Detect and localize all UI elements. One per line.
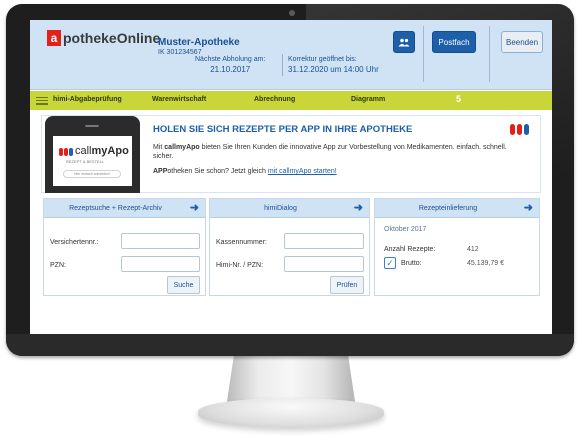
pharmacy-ik: IK 301234567 [158,49,202,56]
monitor-chin [6,334,574,356]
himi-nr-input[interactable] [284,256,364,272]
arrow-right-icon[interactable]: ➜ [190,201,199,214]
app-logo[interactable]: a pothekeOnline [47,30,160,46]
pharmacy-info: Muster-Apotheke IK 301234567 [158,37,240,56]
promo-start-link[interactable]: mit callmyApo starten! [268,168,337,175]
kassennummer-label: Kassennummer: [216,239,267,246]
callmyapo-logo-icon [59,148,73,156]
divider [282,54,283,76]
phone-speaker [85,125,99,127]
versichertennr-label: Versichertennr.: [50,239,99,246]
next-pickup: Nächste Abholung am: 21.10.2017 [195,56,265,74]
phone-screen: callmyApo REZEPT & BESTELL Hier einfach … [53,136,132,186]
screen: a pothekeOnline Muster-Apotheke IK 30123… [30,20,552,334]
users-icon [398,38,410,46]
panel-title: Rezeptsuche + Rezept-Archiv [69,205,162,212]
phone-illustration: callmyApo REZEPT & BESTELL Hier einfach … [45,116,140,193]
camera-icon [289,10,295,16]
callmyapo-wordmark: callmyApo [75,145,129,157]
divider [423,26,424,82]
panel-title: himiDialog [264,205,297,212]
arrow-right-icon[interactable]: ➜ [354,201,363,214]
gross-label: Brutto: [401,260,422,267]
app-header: a pothekeOnline Muster-Apotheke IK 30123… [30,20,552,90]
himi-nr-label: Himi-Nr. / PZN: [216,262,264,269]
logo-text: pothekeOnline [63,30,161,46]
checkbox-icon[interactable]: ✓ [384,257,396,269]
search-button[interactable]: Suche [167,276,200,294]
pzn-input[interactable] [121,256,200,272]
panel-title: Rezepteinlieferung [418,205,478,212]
correction-deadline: Korrektur geöffnet bis: 31.12.2020 um 14… [288,56,379,74]
correction-date: 31.12.2020 um 14:00 Uhr [288,65,379,74]
period-label: Oktober 2017 [384,226,427,233]
callmyapo-subtitle: REZEPT & BESTELL [66,159,105,164]
panel-header: Rezeptsuche + Rezept-Archiv ➜ [44,199,205,218]
count-label: Anzahl Rezepte: [384,246,436,253]
panel-header: Rezepteinlieferung ➜ [375,199,539,218]
postfach-button[interactable]: Postfach [432,31,476,53]
logo-letter: a [47,30,61,46]
check-button[interactable]: Prüfen [330,276,364,294]
next-pickup-date: 21.10.2017 [210,65,251,74]
monitor-stand-base [198,398,384,428]
panel-himidialog: himiDialog ➜ Kassennummer: Himi-Nr. / PZ… [209,198,370,296]
panel-rezepteinlieferung: Rezepteinlieferung ➜ Oktober 2017 Anzahl… [374,198,540,296]
arrow-right-icon[interactable]: ➜ [524,201,533,214]
nav-item-warenwirtschaft[interactable]: Warenwirtschaft [152,96,206,103]
correction-label: Korrektur geöffnet bis: [288,56,357,63]
promo-cta: APPotheken Sie schon? Jetzt gleich mit c… [153,168,337,175]
callmyapo-brand-icon [510,124,529,135]
nav-item-himi[interactable]: himi-Abgabeprüfung [53,96,122,103]
gross-value: 45.139,79 € [467,260,504,267]
next-pickup-label: Nächste Abholung am: [195,56,266,63]
pzn-label: PZN: [50,262,66,269]
nav-item-diagramm[interactable]: Diagramm [351,96,385,103]
pharmacy-name: Muster-Apotheke [158,37,240,48]
callmyapo-register-button: Hier einfach anmelden! [63,170,121,178]
nav-more[interactable]: 5 [456,94,461,104]
divider [489,26,490,82]
versichertennr-input[interactable] [121,233,200,249]
count-value: 412 [467,246,479,253]
nav-item-abrechnung[interactable]: Abrechnung [254,96,295,103]
panel-header: himiDialog ➜ [210,199,369,218]
promo-text: Mit callmyApo bieten Sie Ihren Kunden di… [153,144,507,160]
panel-rezeptsuche: Rezeptsuche + Rezept-Archiv ➜ Versichert… [43,198,206,296]
footer-area [30,301,552,334]
menu-icon[interactable] [36,96,48,105]
users-button[interactable] [393,31,415,53]
main-nav: himi-Abgabeprüfung Warenwirtschaft Abrec… [30,91,552,110]
logout-button[interactable]: Beenden [501,31,543,53]
kassennummer-input[interactable] [284,233,364,249]
promo-title: HOLEN SIE SICH REZEPTE PER APP IN IHRE A… [153,124,413,135]
promo-banner: callmyApo REZEPT & BESTELL Hier einfach … [41,115,541,193]
